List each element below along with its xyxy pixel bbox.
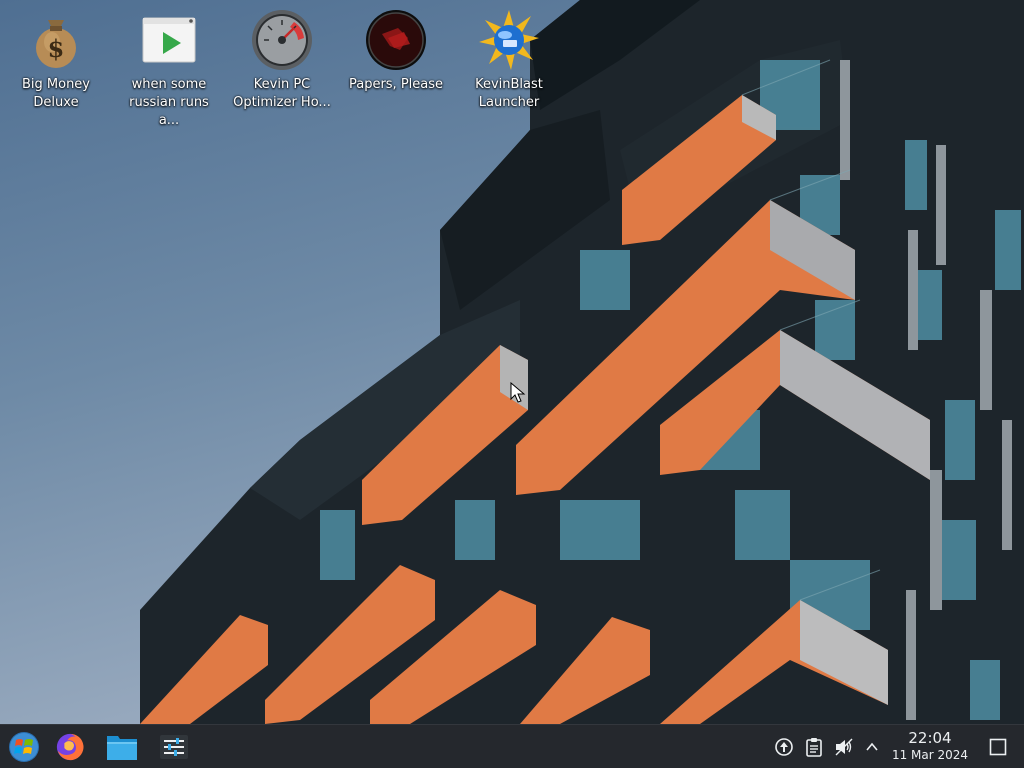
speedometer-icon	[252, 10, 312, 70]
desktop-icon-kevin-pc-optimizer[interactable]: Kevin PC Optimizer Ho...	[230, 8, 334, 112]
papers-please-icon	[366, 10, 426, 70]
show-desktop-button[interactable]	[986, 735, 1010, 759]
kevinblast-icon	[479, 10, 539, 70]
money-bag-icon: $	[36, 20, 76, 68]
clipboard-icon	[806, 738, 822, 757]
desktop-icon-big-money-deluxe[interactable]: $ Big Money Deluxe	[4, 8, 108, 112]
clock-date: 11 Mar 2024	[891, 748, 969, 762]
desktop-icon-kevinblast-launcher[interactable]: KevinBlast Launcher	[457, 8, 561, 112]
desktop-icon-label: Papers, Please	[348, 77, 444, 92]
tray-expand-button[interactable]	[862, 737, 882, 757]
volume-muted-icon	[835, 738, 853, 756]
update-notifier-icon	[775, 738, 793, 756]
desktop-icon-label: Big Money Deluxe	[21, 77, 90, 110]
taskbar-firefox-button[interactable]	[46, 725, 94, 768]
tray-volume[interactable]	[834, 737, 854, 757]
file-manager-icon	[107, 736, 137, 760]
firefox-icon	[56, 733, 84, 761]
tray-expand-icon	[866, 742, 878, 751]
desktop-icon-label: when some russian runs a...	[129, 77, 209, 128]
desktop-icon-label: KevinBlast Launcher	[475, 77, 543, 110]
taskbar-file-manager-button[interactable]	[98, 725, 146, 768]
taskbar: 22:04 11 Mar 2024	[0, 724, 1024, 768]
svg-text:$: $	[48, 34, 65, 63]
taskbar-system-settings-button[interactable]	[150, 725, 198, 768]
tray-update-notifier[interactable]	[774, 737, 794, 757]
system-settings-icon	[160, 735, 188, 759]
start-menu-icon	[9, 732, 39, 762]
taskbar-clock[interactable]: 22:04 11 Mar 2024	[882, 729, 978, 763]
start-menu-button[interactable]	[0, 725, 48, 768]
video-player-icon	[142, 17, 196, 63]
desktop-icon-papers-please[interactable]: Papers, Please	[344, 8, 448, 94]
clock-time: 22:04	[908, 729, 952, 747]
desktop-icon-russian-video[interactable]: when some russian runs a...	[117, 8, 221, 130]
desktop-icon-label: Kevin PC Optimizer Ho...	[233, 77, 331, 110]
show-desktop-icon	[989, 738, 1007, 756]
mouse-cursor-icon	[510, 382, 526, 403]
tray-clipboard[interactable]	[804, 737, 824, 757]
